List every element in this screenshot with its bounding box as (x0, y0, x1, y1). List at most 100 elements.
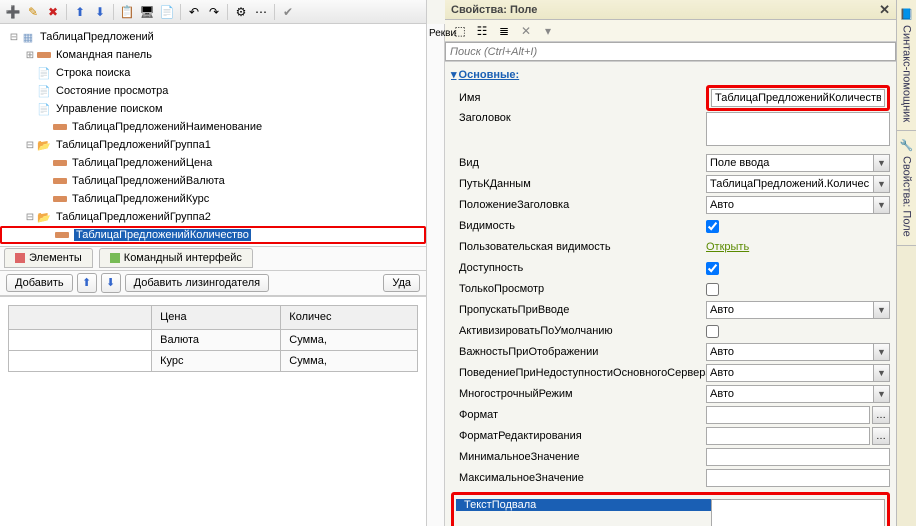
tree-label: ТаблицаПредложенийКурс (72, 193, 209, 205)
inp-fmte[interactable] (706, 427, 870, 445)
tb-delete[interactable]: ✖ (44, 3, 62, 21)
tree-item[interactable]: ТаблицаПредложенийКоличество (0, 226, 426, 244)
tb-i2[interactable]: 🖥 (138, 3, 156, 21)
lbl-fmt: Формат (451, 409, 706, 421)
section-main[interactable]: ▾ Основные: (451, 68, 519, 81)
tree-item[interactable]: 📄Строка поиска (0, 64, 426, 82)
tab-cmd-interface[interactable]: Командный интерфейс (99, 248, 253, 268)
elements-tree[interactable]: ⊟▦ТаблицаПредложений⊞Командная панель📄Ст… (0, 24, 426, 246)
tb-check[interactable]: ✔ (279, 3, 297, 21)
inp-footer-text[interactable] (711, 499, 885, 526)
tb-gear[interactable]: ⚙ (232, 3, 250, 21)
chk-act[interactable] (706, 325, 719, 338)
inp-ml[interactable]: Авто▼ (706, 385, 890, 403)
btn-up[interactable]: ⬆ (77, 273, 97, 293)
tb-undo[interactable]: ↶ (185, 3, 203, 21)
tb-i1[interactable]: 📋 (118, 3, 136, 21)
lbl-ml: МногострочныйРежим (451, 388, 706, 400)
tree-label: ТаблицаПредложенийЦена (72, 157, 212, 169)
lbl-min: МинимальноеЗначение (451, 451, 706, 463)
col-price: Цена (152, 305, 281, 329)
properties-title: Свойства: Поле (451, 4, 537, 16)
inp-max[interactable] (706, 469, 890, 487)
lnk-uvis[interactable]: Открыть (706, 241, 749, 253)
tree-item[interactable]: ТаблицаПредложенийВалюта (0, 172, 426, 190)
tree-item[interactable]: ⊟📂ТаблицаПредложенийГруппа2 (0, 208, 426, 226)
inp-title[interactable] (706, 112, 890, 146)
chk-ro[interactable] (706, 283, 719, 296)
preview-grid: ЦенаКоличес ВалютаСумма, КурсСумма, (8, 305, 418, 372)
prop-toolbar: ⬚ ☷ ≣ ✕ ▾ (445, 20, 896, 42)
form-toolbar: Добавить ⬆ ⬇ Добавить лизингодателя Уда (0, 270, 426, 296)
ptb-3[interactable]: ≣ (495, 22, 513, 40)
expand-icon[interactable]: ⊞ (24, 50, 36, 61)
tree-label: ТаблицаПредложений (40, 31, 154, 43)
inp-name[interactable] (711, 89, 885, 107)
lbl-hpos: ПоложениеЗаголовка (451, 199, 706, 211)
tree-item[interactable]: 📄Управление поиском (0, 100, 426, 118)
inp-skip[interactable]: Авто▼ (706, 301, 890, 319)
tree-item[interactable]: ⊞Командная панель (0, 46, 426, 64)
expand-icon[interactable]: ⊟ (24, 140, 36, 151)
tree-item[interactable]: ⊟▦ТаблицаПредложений (0, 28, 426, 46)
lbl-imp: ВажностьПриОтображении (451, 346, 706, 358)
inp-beh[interactable]: Авто▼ (706, 364, 890, 382)
tree-label: ТаблицаПредложенийКоличество (74, 229, 251, 241)
btn-add-lessor[interactable]: Добавить лизингодателя (125, 274, 269, 292)
tb-i3[interactable]: 📄 (158, 3, 176, 21)
inp-min[interactable] (706, 448, 890, 466)
expand-icon[interactable]: ⊟ (8, 32, 20, 43)
lbl-max: МаксимальноеЗначение (451, 472, 706, 484)
btn-fmte[interactable]: … (872, 427, 890, 445)
tree-item[interactable]: ⊟📂ТаблицаПредложенийГруппа1 (0, 136, 426, 154)
lbl-ro: ТолькоПросмотр (451, 283, 706, 295)
tree-label: Состояние просмотра (56, 85, 168, 97)
ptb-d[interactable]: ▾ (539, 22, 557, 40)
inp-fmt[interactable] (706, 406, 870, 424)
btn-delete[interactable]: Уда (383, 274, 420, 292)
chk-avail[interactable] (706, 262, 719, 275)
tree-label: ТаблицаПредложенийНаименование (72, 121, 262, 133)
tree-label: Управление поиском (56, 103, 163, 115)
lbl-avail: Доступность (451, 262, 706, 274)
inp-hpos[interactable]: Авто▼ (706, 196, 890, 214)
chk-vis[interactable] (706, 220, 719, 233)
tb-add[interactable]: ➕ (4, 3, 22, 21)
btn-fmt[interactable]: … (872, 406, 890, 424)
lbl-vis: Видимость (451, 220, 706, 232)
tb-down[interactable]: ⬇ (91, 3, 109, 21)
ptb-x[interactable]: ✕ (517, 22, 535, 40)
main-toolbar: ➕ ✎ ✖ ⬆ ⬇ 📋 🖥 📄 ↶ ↷ ⚙ ⋯ ✔ (0, 0, 426, 24)
side-tab-props[interactable]: 🔧Свойства: Поле (897, 131, 916, 246)
properties-title-bar: Свойства: Поле ✕ (445, 0, 896, 20)
side-tab-syntax[interactable]: 📘Синтакс-помощник (897, 0, 916, 131)
tab-elements[interactable]: Элементы (4, 248, 93, 268)
inp-imp[interactable]: Авто▼ (706, 343, 890, 361)
tree-item[interactable]: 📄Состояние просмотра (0, 82, 426, 100)
tb-redo[interactable]: ↷ (205, 3, 223, 21)
tb-up[interactable]: ⬆ (71, 3, 89, 21)
tree-item[interactable]: ТаблицаПредложенийЦена (0, 154, 426, 172)
btn-add[interactable]: Добавить (6, 274, 73, 292)
ptb-2[interactable]: ☷ (473, 22, 491, 40)
inp-path[interactable]: ТаблицаПредложений.Количес▼ (706, 175, 890, 193)
lbl-fmte: ФорматРедактирования (451, 430, 706, 442)
tb-more[interactable]: ⋯ (252, 3, 270, 21)
close-icon[interactable]: ✕ (879, 2, 890, 18)
tab-requisites[interactable]: Рекви (427, 24, 444, 43)
tree-item[interactable]: ТаблицаПредложенийКурс (0, 190, 426, 208)
inp-kind[interactable]: Поле ввода▼ (706, 154, 890, 172)
lbl-name: Имя (451, 92, 706, 104)
expand-icon[interactable]: ⊟ (24, 212, 36, 223)
btn-down[interactable]: ⬇ (101, 273, 121, 293)
bottom-tabs: Элементы Командный интерфейс (0, 246, 426, 270)
properties-body: ▾ Основные: Имя Заголовок Вид Поле ввода… (445, 62, 896, 526)
prop-search-input[interactable] (445, 42, 896, 61)
lbl-path: ПутьКДанным (451, 178, 706, 190)
tb-edit[interactable]: ✎ (24, 3, 42, 21)
col-qty: Количес (281, 305, 418, 329)
tree-item[interactable]: ТаблицаПредложенийНаименование (0, 118, 426, 136)
lbl-title: Заголовок (451, 112, 706, 124)
form-preview: ЦенаКоличес ВалютаСумма, КурсСумма, (0, 296, 426, 526)
lbl-beh: ПоведениеПриНедоступностиОсновногоСервер… (451, 367, 706, 379)
